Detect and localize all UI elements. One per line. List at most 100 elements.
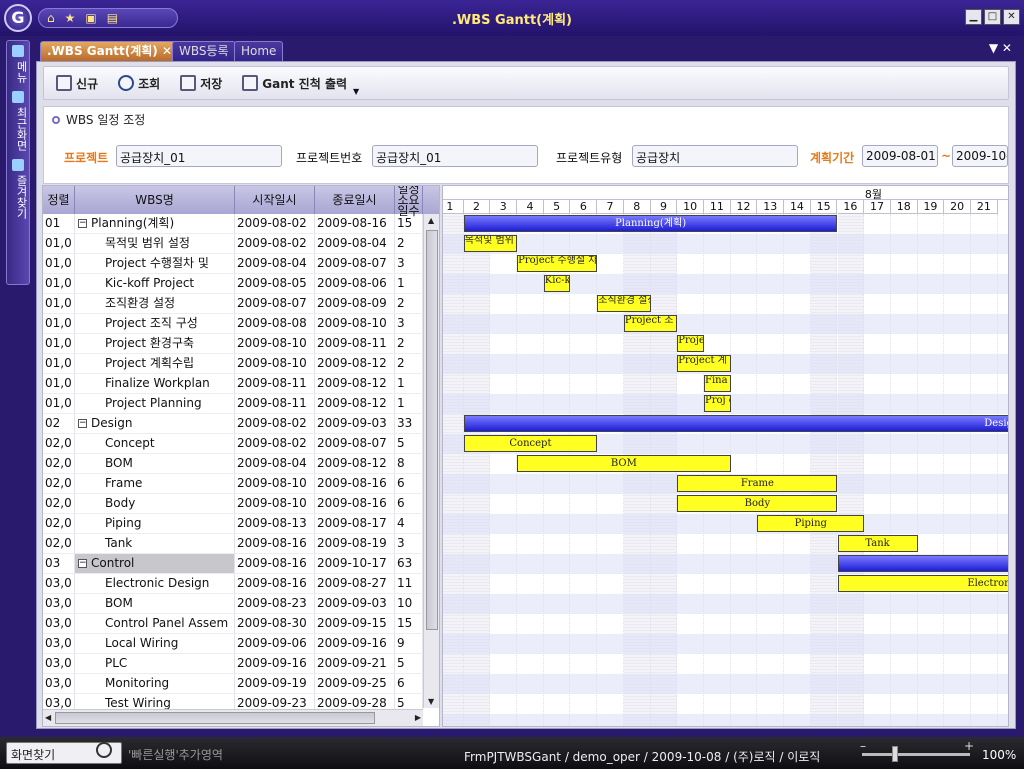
gantt-bar[interactable]: Kic-koff [543,275,571,292]
scroll-right-icon[interactable]: ▶ [415,713,421,722]
wbs-name: Tank [105,536,133,550]
gantt-bar[interactable]: Piping [757,515,865,532]
table-row[interactable]: 02,0 Body 2009-08-10 2009-08-16 6 [43,494,423,514]
table-row[interactable]: 01,0 Project Planning 2009-08-11 2009-08-12… [43,394,423,414]
gantt-bar[interactable]: Project 조 직 구성 [623,315,678,332]
table-row[interactable]: 03,0 Monitoring 2009-09-19 2009-09-25 6 [43,674,423,694]
new-button[interactable]: 신규 [56,75,98,92]
table-row[interactable]: 03,0 PLC 2009-09-16 2009-09-21 5 [43,654,423,674]
dock-recent[interactable]: 최근화면 [7,103,29,155]
collapse-icon[interactable]: − [78,559,87,568]
table-row[interactable]: 03,0 Control Panel Assem 2009-08-30 2009-09… [43,614,423,634]
table-row[interactable]: 01,0 Finalize Workplan 2009-08-11 2009-08-1… [43,374,423,394]
project-no-field[interactable]: 공급장치_01 [372,145,538,167]
scroll-left-icon[interactable]: ◀ [45,713,51,722]
table-row[interactable]: 01,0 Project 계획수립 2009-08-10 2009-08-12 2 [43,354,423,374]
maximize-button[interactable]: □ [984,9,1001,25]
cell-start: 2009-08-05 [235,274,315,293]
dock-menu[interactable]: 메뉴 [7,57,29,87]
table-row[interactable]: 02,0 Piping 2009-08-13 2009-08-17 4 [43,514,423,534]
project-field[interactable]: 공급장치_01 [116,145,282,167]
collapse-icon[interactable]: − [78,419,87,428]
table-row[interactable]: 02,0 Frame 2009-08-10 2009-08-16 6 [43,474,423,494]
tab-wbs-register[interactable]: WBS등록 [172,41,236,61]
query-button[interactable]: 조회 [118,75,160,92]
tab-list-controls[interactable]: ▼ ✕ [989,41,1012,55]
table-row[interactable]: 01,0 목적및 범위 설정 2009-08-02 2009-08-04 2 [43,234,423,254]
gantt-bar[interactable]: Concept [463,435,598,452]
gantt-bar[interactable]: Frame [677,475,838,492]
search-icon[interactable] [96,742,112,758]
scroll-thumb[interactable] [426,230,438,630]
table-row[interactable]: 03,0 Electronic Design 2009-08-16 2009-08-2… [43,574,423,594]
save-button[interactable]: 저장 [180,75,222,92]
table-row[interactable]: 01,0 Project 환경구축 2009-08-10 2009-08-11 2 [43,334,423,354]
cell-sort: 03,0 [43,634,75,653]
table-row[interactable]: 03− Control 2009-08-16 2009-10-17 63 [43,554,423,574]
gantt-bar[interactable]: BOM [517,455,731,472]
col-name-header[interactable]: WBS명 [75,186,235,214]
col-end-header[interactable]: 종료일시 [315,186,395,214]
table-row[interactable]: 01,0 Project 조직 구성 2009-08-08 2009-08-10 3 [43,314,423,334]
window-title: .WBS Gantt(계획) [451,13,572,28]
print-dropdown-icon[interactable]: ▼ [353,87,359,96]
table-row[interactable]: 02,0 Tank 2009-08-16 2009-08-19 3 [43,534,423,554]
col-start-header[interactable]: 시작일시 [235,186,315,214]
gantt-bar[interactable]: Proj ect P [704,395,731,412]
gantt-bar[interactable]: 목적및 범위 설 [463,235,518,252]
table-row[interactable]: 01− Planning(계획) 2009-08-02 2009-08-16 15 [43,214,423,234]
table-row[interactable]: 02,0 Concept 2009-08-02 2009-08-07 5 [43,434,423,454]
tab-strip: .WBS Gantt(계획) ✕ WBS등록 Home ▼ ✕ [34,38,1022,62]
fast-run-area[interactable]: '빠른실행'추가영역 [128,746,223,763]
gantt-bar[interactable]: Electronic [837,575,1008,592]
tab-wbs-gantt[interactable]: .WBS Gantt(계획) ✕ [40,41,180,61]
zoom-knob[interactable] [892,746,898,762]
gantt-row [443,694,1008,714]
table-row[interactable]: 02,0 BOM 2009-08-04 2009-08-12 8 [43,454,423,474]
table-row[interactable]: 01,0 Project 수행절차 및 2009-08-04 2009-08-07 3 [43,254,423,274]
hscroll-thumb[interactable] [55,712,375,724]
zoom-in-icon[interactable]: + [964,739,974,753]
close-button[interactable]: ✕ [1003,9,1020,25]
gantt-bar[interactable] [837,555,1008,572]
wbs-name: Planning(계획) [91,216,175,230]
zoom-slider[interactable]: – + [856,739,978,763]
gantt-row [443,294,1008,314]
table-row[interactable]: 03,0 Local Wiring 2009-09-06 2009-09-16 9 [43,634,423,654]
scroll-up-icon[interactable]: ▲ [428,216,434,225]
col-sort-header[interactable]: 정렬 [43,186,75,214]
gantt-bar[interactable]: Tank [837,535,918,552]
grid-horizontal-scrollbar[interactable]: ◀ ▶ [43,709,423,726]
gantt-bar[interactable]: Project 계 획수립 [677,355,731,372]
gantt-bar[interactable]: Fina lize [704,375,731,392]
table-row[interactable]: 01,0 Kic-koff Project 2009-08-05 2009-08-06… [43,274,423,294]
col-days-header[interactable]: 일정소요일수 [395,186,423,217]
dock-favorites[interactable]: 즐겨찾기 [7,171,29,223]
gantt-day-header: 1 2 3 4 5 6 7 8 9 10 11 12 13 14 15 16 17 18 19 20 21 [443,200,1008,214]
table-row[interactable]: 03,0 BOM 2009-08-23 2009-09-03 10 [43,594,423,614]
gantt-bar[interactable]: Body [677,495,838,512]
cell-name: − Planning(계획) [75,214,235,233]
cell-days: 2 [395,354,423,373]
table-row[interactable]: 02− Design 2009-08-02 2009-09-03 33 [43,414,423,434]
collapse-icon[interactable]: − [78,219,87,228]
cell-start: 2009-08-11 [235,374,315,393]
print-button[interactable]: Gant 진척 출력 [242,75,347,92]
zoom-track[interactable] [862,753,970,756]
cell-sort: 01,0 [43,334,75,353]
gantt-bar[interactable]: Planning(계획) [463,215,838,232]
gantt-bar[interactable]: 조직환경 설정 [597,295,651,312]
gantt-bar[interactable]: Design [463,415,1008,432]
tab-close-icon[interactable]: ✕ [162,44,172,58]
period-to-field[interactable]: 2009-10- [952,145,1008,167]
period-from-field[interactable]: 2009-08-01 [862,145,938,167]
project-type-field[interactable]: 공급장치 [632,145,798,167]
table-row[interactable]: 01,0 조직환경 설정 2009-08-07 2009-08-09 2 [43,294,423,314]
gantt-bar[interactable]: Project 수행절 차 및 방식정 [517,255,598,272]
scroll-down-icon[interactable]: ▼ [428,697,434,706]
tab-home[interactable]: Home [234,41,284,61]
gantt-bar[interactable]: Proje ct 환 [677,335,704,352]
grid-vertical-scrollbar[interactable]: ▲ ▼ [423,214,439,708]
minimize-button[interactable]: ▁ [965,9,982,25]
zoom-out-icon[interactable]: – [860,739,866,753]
